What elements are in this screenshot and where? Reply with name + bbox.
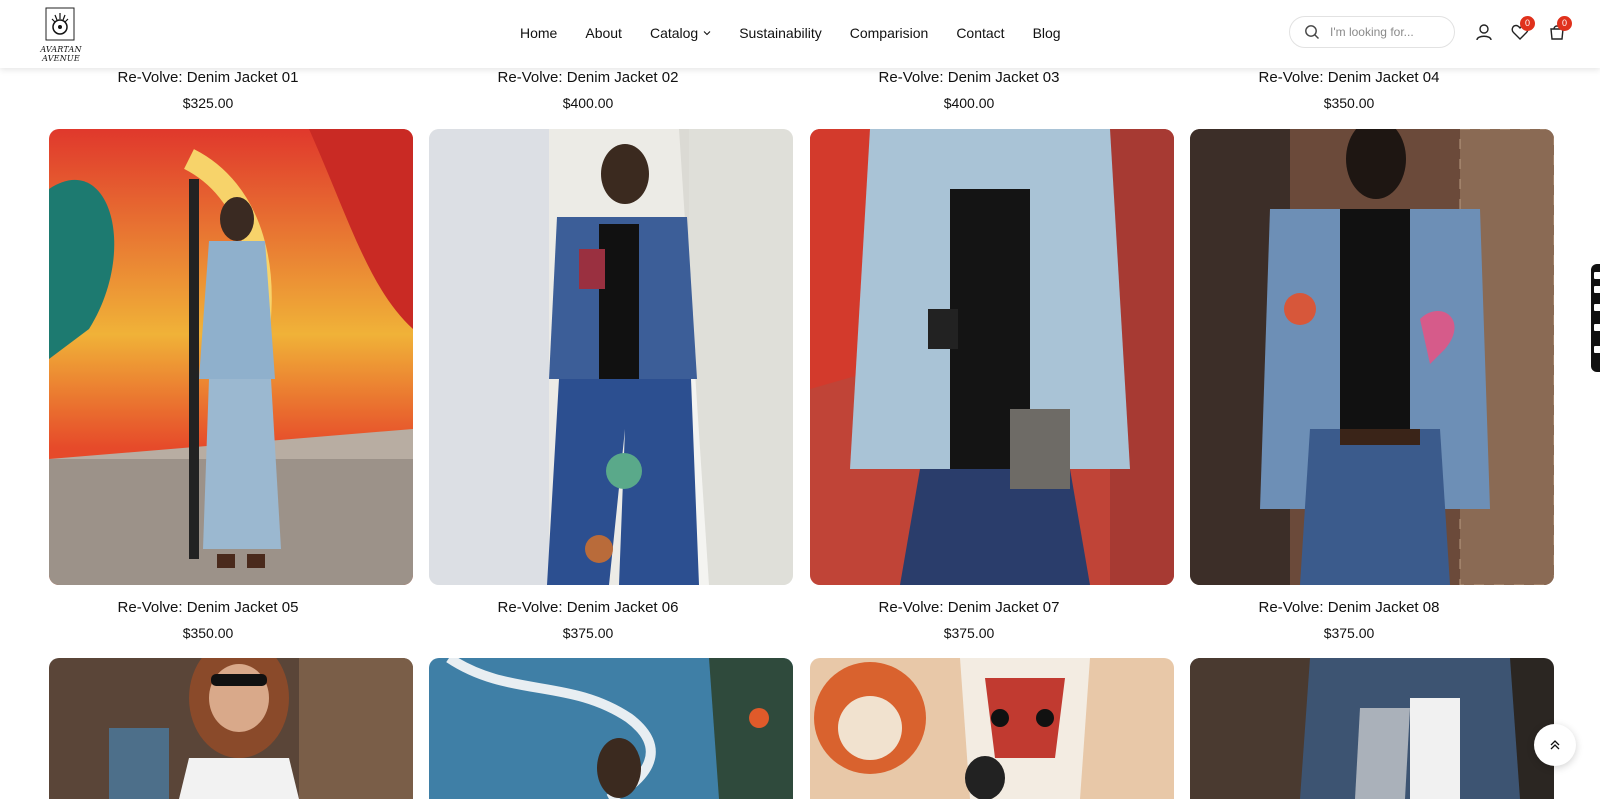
hamsa-logo-icon	[45, 7, 75, 41]
chevron-down-icon	[703, 31, 711, 36]
product-price: $325.00	[182, 95, 234, 111]
search-input[interactable]	[1328, 24, 1442, 40]
product-image-jacket-08[interactable]	[1190, 129, 1554, 585]
nav-blog[interactable]: Blog	[1033, 25, 1061, 41]
nav-sustainability[interactable]: Sustainability	[739, 25, 822, 41]
nav-catalog[interactable]: Catalog	[650, 25, 711, 41]
nav-comparision[interactable]: Comparision	[850, 25, 929, 41]
floating-social-tab[interactable]	[1591, 264, 1600, 372]
product-image-jacket-09[interactable]	[49, 658, 413, 799]
nav-contact-label: Contact	[956, 25, 1005, 41]
product-image-jacket-12[interactable]	[1190, 658, 1554, 799]
product-price: $350.00	[182, 625, 234, 641]
chevrons-up-icon	[1550, 740, 1560, 750]
product-price: $375.00	[562, 625, 614, 641]
site-header: AVARTAN AVENUE Home About Catalog Sustai…	[0, 0, 1600, 68]
nav-home[interactable]: Home	[520, 25, 557, 41]
cart-button[interactable]: 0	[1547, 16, 1572, 42]
nav-comparision-label: Comparision	[849, 25, 929, 41]
product-image-jacket-11[interactable]	[810, 658, 1174, 799]
product-title[interactable]: Re-Volve: Denim Jacket 04	[1167, 69, 1531, 86]
nav-catalog-label: Catalog	[649, 25, 699, 41]
main-nav: Home About Catalog Sustainability Compar…	[520, 0, 1089, 66]
product-title[interactable]: Re-Volve: Denim Jacket 07	[787, 599, 1151, 616]
nav-sustainability-label: Sustainability	[739, 25, 822, 41]
search-icon	[1305, 25, 1319, 39]
product-price: $350.00	[1323, 95, 1375, 111]
product-image-jacket-07[interactable]	[810, 129, 1174, 585]
product-title[interactable]: Re-Volve: Denim Jacket 05	[26, 599, 390, 616]
product-title[interactable]: Re-Volve: Denim Jacket 06	[406, 599, 770, 616]
back-to-top-button[interactable]	[1534, 724, 1576, 766]
nav-about-label: About	[585, 25, 622, 41]
account-button[interactable]	[1474, 22, 1494, 42]
product-title[interactable]: Re-Volve: Denim Jacket 08	[1167, 599, 1531, 616]
product-price: $400.00	[943, 95, 995, 111]
wishlist-count-badge: 0	[1520, 16, 1535, 31]
product-title[interactable]: Re-Volve: Denim Jacket 01	[26, 69, 390, 86]
product-image-jacket-06[interactable]	[429, 129, 793, 585]
product-price: $400.00	[562, 95, 614, 111]
cart-count-badge: 0	[1557, 16, 1572, 31]
brand-logo[interactable]: AVARTAN AVENUE	[26, 7, 96, 63]
product-title[interactable]: Re-Volve: Denim Jacket 02	[406, 69, 770, 86]
product-image-jacket-05[interactable]	[49, 129, 413, 585]
nav-blog-label: Blog	[1032, 25, 1061, 41]
search-box[interactable]	[1289, 16, 1455, 48]
product-title[interactable]: Re-Volve: Denim Jacket 03	[787, 69, 1151, 86]
product-price: $375.00	[1323, 625, 1375, 641]
brand-name: AVARTAN AVENUE	[40, 45, 82, 63]
product-image-jacket-10[interactable]	[429, 658, 793, 799]
nav-contact[interactable]: Contact	[956, 25, 1004, 41]
product-price: $375.00	[943, 625, 995, 641]
nav-home-label: Home	[520, 25, 558, 41]
user-icon	[1476, 24, 1492, 41]
nav-about[interactable]: About	[585, 25, 622, 41]
wishlist-button[interactable]: 0	[1510, 16, 1535, 42]
